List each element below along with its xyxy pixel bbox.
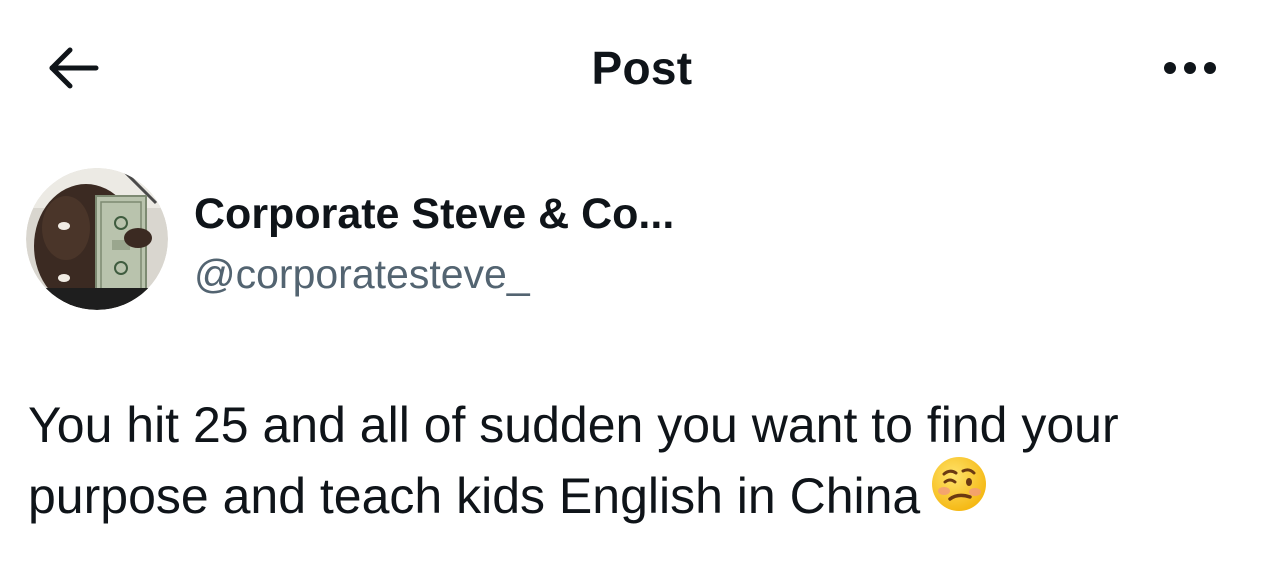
display-name[interactable]: Corporate Steve & Co...: [194, 188, 674, 240]
username-handle[interactable]: @corporatesteve_: [194, 248, 530, 300]
woozy-face-emoji: [930, 455, 988, 532]
post-author: Corporate Steve & Co... @corporatesteve_: [26, 168, 1226, 312]
more-horizontal-icon: [1164, 62, 1216, 74]
avatar[interactable]: [26, 168, 168, 310]
more-options-button[interactable]: [1150, 44, 1230, 92]
page-title: Post: [591, 42, 693, 94]
profile-avatar: [26, 168, 168, 310]
post-body: You hit 25 and all of sudden you want to…: [28, 390, 1258, 532]
top-bar: Post: [0, 0, 1284, 134]
